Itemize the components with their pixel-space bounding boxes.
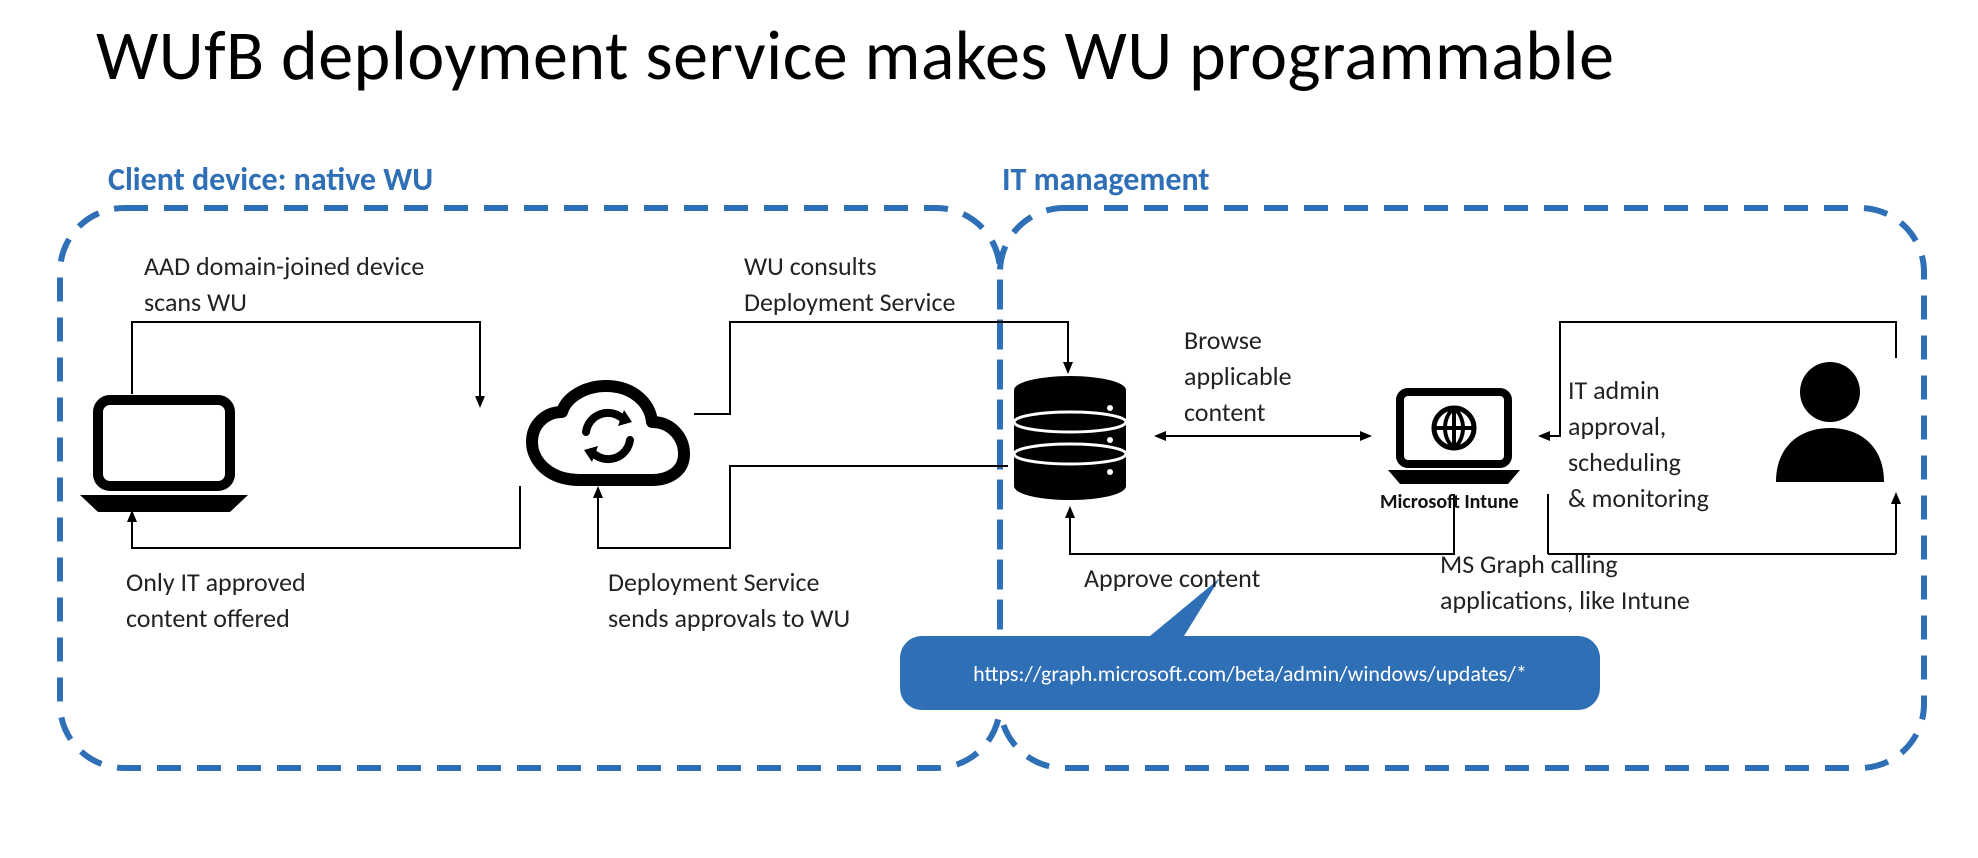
section-label-it: IT management	[1002, 160, 1209, 199]
page-title: WUfB deployment service makes WU program…	[96, 12, 1614, 98]
label-it-admin-2: approval,	[1568, 408, 1666, 444]
label-sends-approvals-1: Deployment Service	[608, 564, 819, 600]
label-browse-1: Browse	[1184, 322, 1262, 358]
cloud-sync-icon	[532, 386, 684, 480]
label-aad-scan-2: scans WU	[144, 284, 247, 320]
section-label-client: Client device: native WU	[108, 160, 433, 199]
arrow-sends-approvals	[598, 466, 1008, 548]
arrow-scan-wu	[132, 322, 480, 406]
arrow-approved-offered	[132, 486, 520, 548]
label-approved-2: content offered	[126, 600, 290, 636]
label-wu-consults-2: Deployment Service	[744, 284, 955, 320]
label-approve-content: Approve content	[1084, 560, 1260, 596]
label-browse-2: applicable	[1184, 358, 1292, 394]
label-browse-3: content	[1184, 394, 1265, 430]
diagram-stage: WUfB deployment service makes WU program…	[0, 0, 1978, 858]
database-icon	[1014, 376, 1126, 500]
label-aad-scan-1: AAD domain-joined device	[144, 248, 424, 284]
label-approved-1: Only IT approved	[126, 564, 306, 600]
diagram-svg	[0, 0, 1978, 858]
arrow-wu-consults	[694, 322, 1068, 414]
label-sends-approvals-2: sends approvals to WU	[608, 600, 850, 636]
label-it-admin-3: scheduling	[1568, 444, 1681, 480]
label-graph-url: https://graph.microsoft.com/beta/admin/w…	[920, 660, 1580, 687]
label-ms-graph-1: MS Graph calling	[1440, 546, 1618, 582]
label-it-admin-4: & monitoring	[1568, 480, 1709, 516]
label-wu-consults-1: WU consults	[744, 248, 877, 284]
label-intune: Microsoft Intune	[1380, 490, 1519, 514]
laptop-icon	[80, 400, 248, 512]
label-it-admin-1: IT admin	[1568, 372, 1660, 408]
admin-person-icon	[1776, 362, 1884, 482]
label-ms-graph-2: applications, like Intune	[1440, 582, 1690, 618]
intune-laptop-icon	[1388, 392, 1520, 484]
